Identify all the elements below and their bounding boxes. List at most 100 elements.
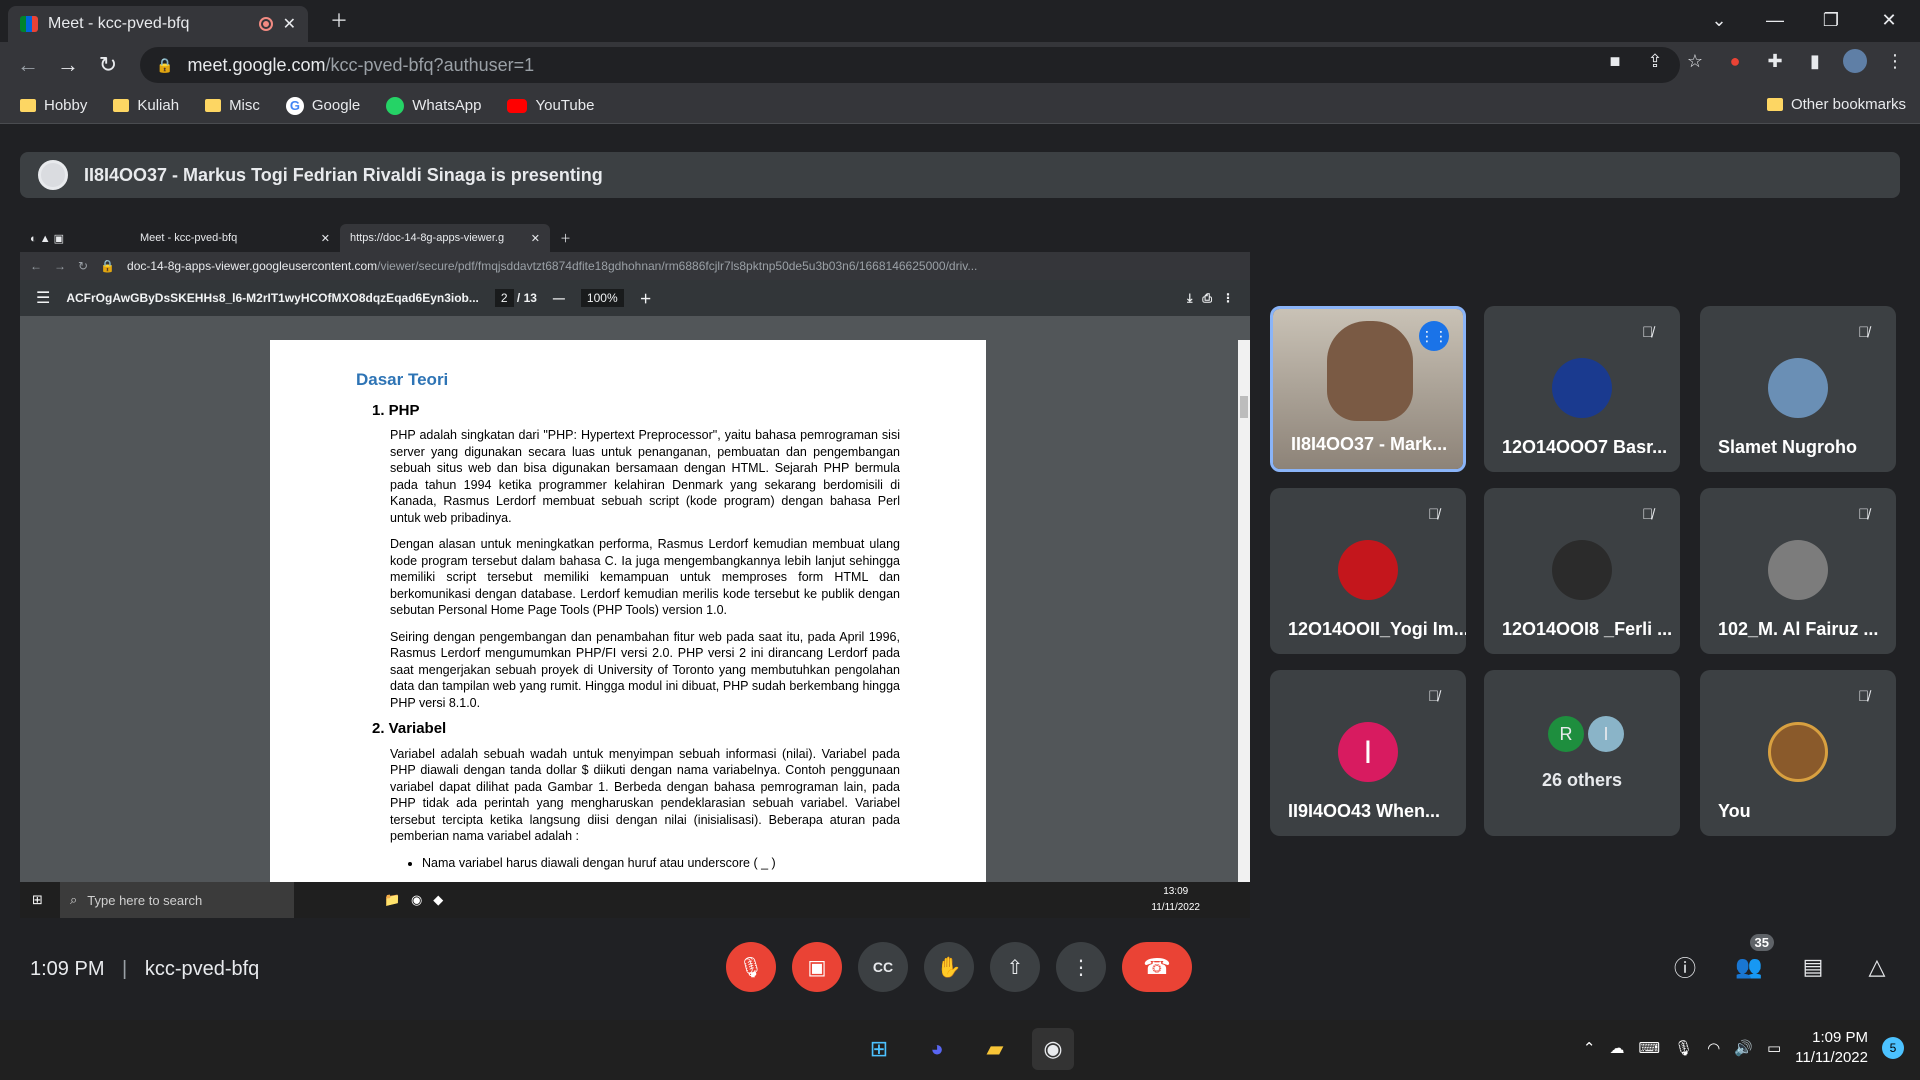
- side-panel-icon[interactable]: ▮: [1800, 46, 1830, 76]
- google-icon: G: [285, 96, 304, 115]
- doc-paragraph: Seiring dengan pengembangan dan penambah…: [390, 629, 900, 710]
- participant-name: Slamet Nugroho: [1718, 437, 1858, 457]
- system-tray: ⌃ ☁ ⌨ 🎙 ◠ 🔊 ▭ 1:09 PM 11/11/2022 5: [1583, 1028, 1904, 1068]
- menu-dots-icon[interactable]: ⋮: [1880, 46, 1910, 76]
- forward-button[interactable]: →: [48, 45, 88, 85]
- doc-paragraph: Dengan alasan untuk meningkatkan perform…: [390, 537, 900, 617]
- mic-toggle-button[interactable]: 🎙: [726, 942, 776, 992]
- muted-mic-icon: 🎙̸: [1428, 506, 1440, 523]
- whatsapp-icon: [386, 96, 405, 115]
- lock-icon: 🔒: [156, 56, 174, 73]
- battery-icon[interactable]: ▭: [1767, 1039, 1781, 1057]
- participant-name: 12O14OOII_Yogi Im...: [1288, 619, 1466, 639]
- microphone-icon[interactable]: 🎙: [1674, 1039, 1693, 1057]
- avatar: [1768, 722, 1828, 782]
- maximize-button[interactable]: ❐: [1808, 0, 1854, 40]
- presenting-banner: II8I4OO37 - Markus Togi Fedrian Rivaldi …: [20, 152, 1900, 198]
- close-tab-icon[interactable]: ✕: [283, 14, 296, 34]
- pdf-toolbar: ☰ ACFrOgAwGByDsSKEHHs8_l6-M2rIT1wyHCOfMX…: [20, 280, 1250, 316]
- taskbar-clock[interactable]: 1:09 PM 11/11/2022: [1795, 1028, 1868, 1068]
- keyboard-icon[interactable]: ⌨: [1638, 1039, 1660, 1057]
- presenting-text: II8I4OO37 - Markus Togi Fedrian Rivaldi …: [84, 164, 603, 185]
- muted-mic-icon: 🎙̸: [1858, 506, 1870, 523]
- bookmark-hobby[interactable]: Hobby: [20, 97, 87, 114]
- folder-icon: [205, 99, 222, 112]
- more-options-button[interactable]: ⋮: [1056, 942, 1106, 992]
- onedrive-icon[interactable]: ☁: [1609, 1039, 1624, 1057]
- chat-icon[interactable]: ▤: [1798, 952, 1828, 982]
- doc-section-php: 1. PHP: [372, 401, 420, 419]
- avatar: [1338, 540, 1398, 600]
- reload-button[interactable]: ↻: [88, 45, 128, 85]
- activities-icon[interactable]: △: [1862, 952, 1892, 982]
- others-count: 26 others: [1541, 770, 1623, 790]
- present-button[interactable]: ⇧: [990, 942, 1040, 992]
- bookmark-misc[interactable]: Misc: [205, 97, 260, 114]
- presenter-avatar: [38, 160, 68, 190]
- start-icon[interactable]: ⊞: [858, 1028, 900, 1070]
- chrome-icon[interactable]: ◉: [1032, 1028, 1074, 1070]
- participant-name: II8I4OO37 - Mark...: [1291, 434, 1448, 454]
- close-window-button[interactable]: ✕: [1866, 0, 1912, 40]
- extension-icon[interactable]: ●: [1720, 46, 1750, 76]
- volume-icon[interactable]: 🔊: [1734, 1039, 1753, 1057]
- wifi-icon[interactable]: ◠: [1707, 1039, 1720, 1057]
- others-tile[interactable]: R I 26 others: [1484, 670, 1680, 836]
- avatar: [1768, 358, 1828, 418]
- bookmark-other[interactable]: Other bookmarks: [1766, 96, 1906, 113]
- doc-bullet: Nama variabel harus diawali dengan huruf…: [422, 855, 900, 872]
- bookmark-star-icon[interactable]: ☆: [1680, 46, 1710, 76]
- recording-icon: [258, 17, 273, 31]
- tray-overflow-icon[interactable]: ⌃: [1583, 1039, 1596, 1057]
- meet-control-bar: 1:09 PM | kcc-pved-bfq 🎙 ▣ CC ✋ ⇧ ⋮ ☎ ⓘ …: [0, 934, 1920, 1000]
- avatar: [1552, 540, 1612, 600]
- participant-tile[interactable]: 🎙̸ Slamet Nugroho: [1700, 306, 1896, 472]
- people-icon[interactable]: 👥 35: [1734, 934, 1774, 982]
- person-figure: [1327, 321, 1413, 421]
- minimize-button[interactable]: —: [1752, 0, 1798, 40]
- shared-screen: ◐ ▲ ▣ Meet - kcc-pved-bfq ✕ https://doc-1…: [20, 224, 1250, 918]
- pdf-zoom: 100%: [580, 289, 624, 307]
- extensions-puzzle-icon[interactable]: ✚: [1760, 46, 1790, 76]
- participant-name: II9I4OO43 When...: [1288, 801, 1441, 821]
- pdf-menu-icon: ☰: [36, 290, 51, 307]
- participant-tile[interactable]: 🎙̸ 12O14OOI8 _Ferli ...: [1484, 488, 1680, 654]
- notification-badge[interactable]: 5: [1882, 1037, 1904, 1059]
- profile-avatar[interactable]: [1840, 46, 1870, 76]
- bookmark-kuliah[interactable]: Kuliah: [113, 97, 179, 114]
- bookmark-whatsapp[interactable]: WhatsApp: [386, 96, 481, 115]
- avatar: I: [1588, 716, 1624, 752]
- captions-button[interactable]: CC: [858, 942, 908, 992]
- file-explorer-icon[interactable]: ▰: [974, 1028, 1016, 1070]
- participant-tile[interactable]: ⋮⋮ II8I4OO37 - Mark...: [1270, 306, 1466, 472]
- raise-hand-button[interactable]: ✋: [924, 942, 974, 992]
- folder-icon: [113, 99, 130, 112]
- doc-heading: Dasar Teori: [356, 370, 449, 389]
- participant-tile[interactable]: 🎙̸ 12O14OOO7 Basr...: [1484, 306, 1680, 472]
- discord-icon[interactable]: ◕: [916, 1028, 958, 1070]
- new-tab-button[interactable]: ＋: [316, 0, 362, 40]
- tab-search-icon[interactable]: ⌄: [1696, 0, 1742, 40]
- camera-blocked-icon[interactable]: ■: [1600, 46, 1630, 76]
- camera-toggle-button[interactable]: ▣: [792, 942, 842, 992]
- participant-tile[interactable]: 🎙̸ 12O14OOII_Yogi Im...: [1270, 488, 1466, 654]
- meeting-code: kcc-pved-bfq: [144, 958, 260, 980]
- tab-meet[interactable]: Meet - kcc-pved-bfq ✕: [8, 6, 308, 42]
- youtube-icon: [507, 98, 528, 113]
- meeting-details-icon[interactable]: ⓘ: [1670, 952, 1700, 982]
- self-tile[interactable]: 🎙̸ You: [1700, 670, 1896, 836]
- address-bar[interactable]: 🔒 meet.google.com/kcc-pved-bfq?authuser=…: [140, 47, 1680, 83]
- bookmark-google[interactable]: G Google: [285, 96, 360, 115]
- participant-tile[interactable]: 🎙̸ I II9I4OO43 When...: [1270, 670, 1466, 836]
- share-icon[interactable]: ⇪: [1640, 46, 1670, 76]
- shared-start-icon: ⊞: [32, 892, 43, 907]
- shared-taskbar-apps: 📁 ◉ ◆: [384, 892, 444, 907]
- participant-tile[interactable]: 🎙̸ 102_M. Al Fairuz ...: [1700, 488, 1896, 654]
- back-button[interactable]: ←: [8, 45, 48, 85]
- leave-call-button[interactable]: ☎: [1122, 942, 1192, 992]
- bookmark-youtube[interactable]: YouTube: [507, 97, 594, 114]
- participant-name: 12O14OOO7 Basr...: [1502, 437, 1668, 457]
- folder-icon: [1766, 98, 1783, 111]
- meet-favicon-icon: [20, 16, 38, 32]
- windows-taskbar: ⊞ ◕ ▰ ◉ ⌃ ☁ ⌨ 🎙 ◠ 🔊 ▭ 1:09 PM 11/11/2022…: [0, 1020, 1920, 1080]
